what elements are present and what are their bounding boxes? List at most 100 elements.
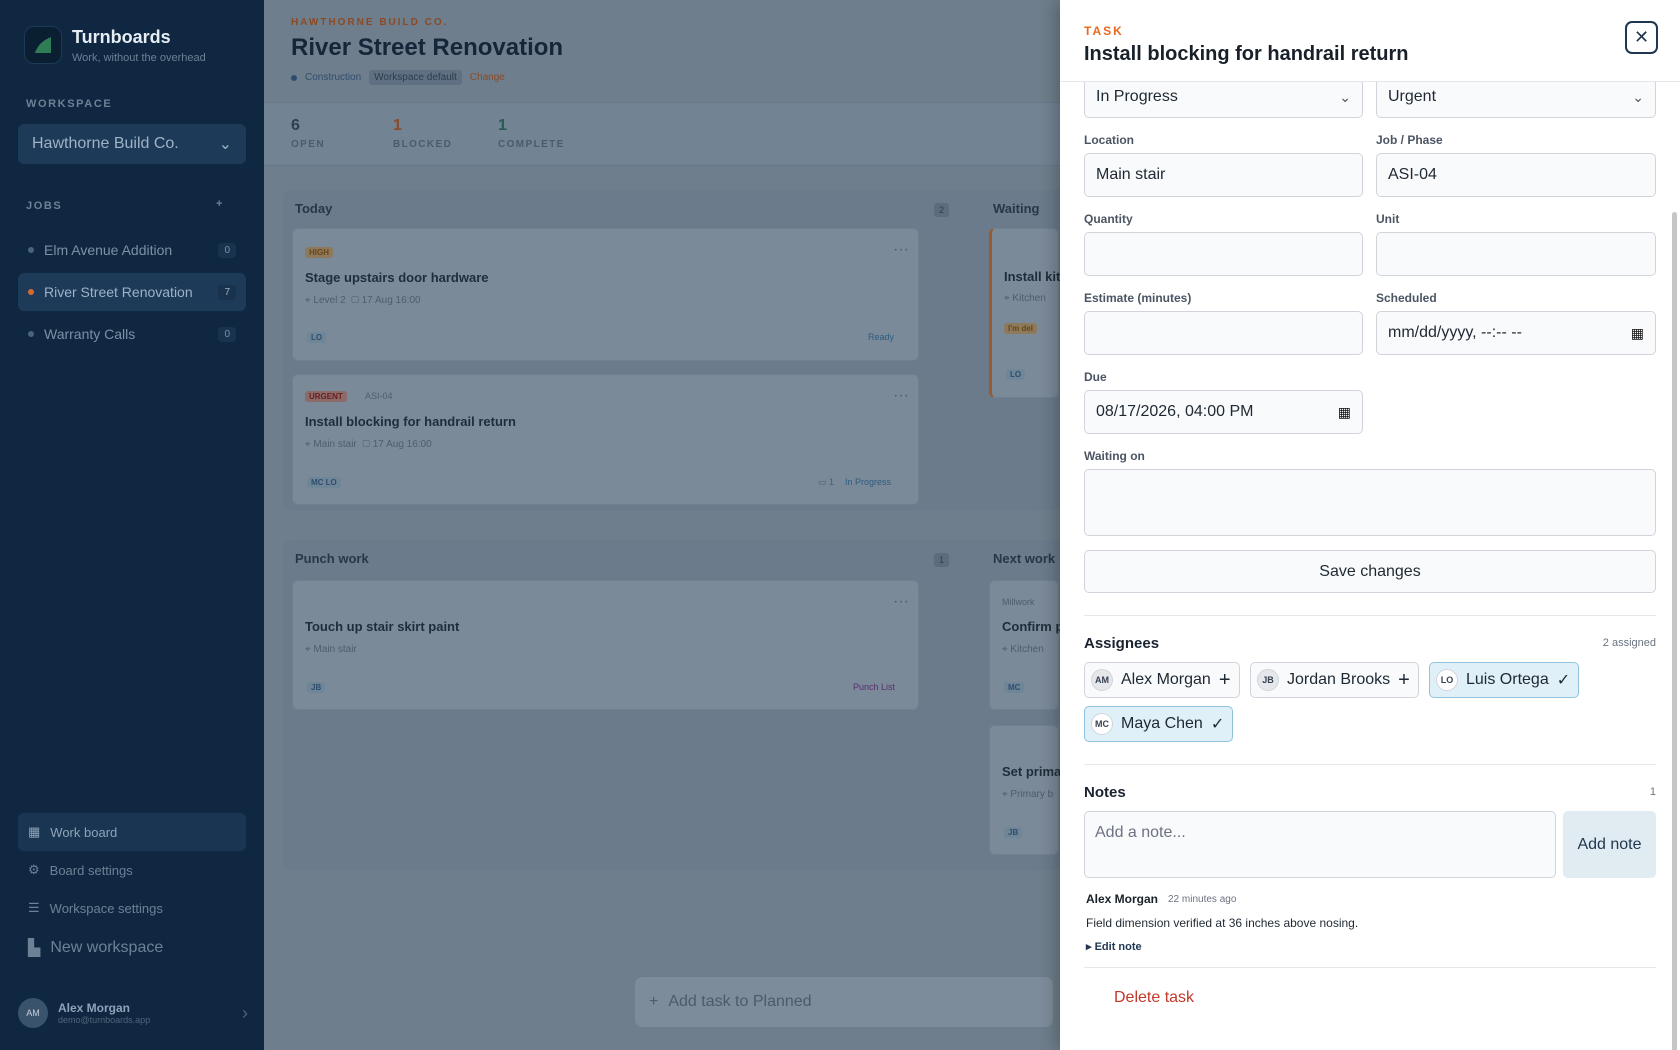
type-dot-icon: [291, 74, 297, 81]
logo-icon: [24, 26, 62, 64]
assignee-name: Alex Morgan: [1121, 671, 1211, 688]
avatar: JB: [1004, 827, 1023, 838]
phase-field[interactable]: ASI-04: [1376, 153, 1656, 197]
avatar: LO: [307, 332, 327, 343]
more-icon[interactable]: ···: [893, 387, 909, 405]
avatar: LO: [1006, 369, 1026, 380]
scheduled-label: Scheduled: [1376, 291, 1437, 305]
priority-tag: URGENT: [305, 391, 347, 402]
card-meta: ⌖ Main stair ▢ 17 Aug 16:00: [305, 439, 432, 450]
calendar-icon[interactable]: ▦: [1631, 325, 1644, 342]
avatar: AM: [18, 998, 48, 1028]
job-meta: Construction Workspace default Change: [291, 70, 505, 85]
task-card[interactable]: HIGH ··· Stage upstairs door hardware ⌖ …: [292, 228, 919, 361]
delete-task-button[interactable]: Delete task: [1114, 989, 1194, 1007]
assignee-name: Jordan Brooks: [1287, 671, 1391, 688]
priority-value: Urgent: [1388, 88, 1437, 105]
task-card[interactable]: Install kit ⌖ Kitchen I'm del LO: [989, 228, 1061, 398]
unit-field[interactable]: [1376, 232, 1656, 276]
assignee-chip-luis[interactable]: LO Luis Ortega ✓: [1429, 662, 1580, 698]
job-count: 0: [218, 242, 236, 258]
close-button[interactable]: ✕: [1625, 21, 1658, 54]
edit-note-toggle[interactable]: ▸ Edit note: [1086, 940, 1142, 953]
note-input[interactable]: Add a note...: [1084, 811, 1556, 878]
notes-count: 1: [1649, 786, 1656, 798]
due-field[interactable]: 08/17/2026, 04:00 PM ▦: [1084, 390, 1363, 434]
tag: Millwork: [1002, 597, 1035, 607]
quantity-label: Quantity: [1084, 212, 1133, 226]
task-card[interactable]: Millwork Confirm p ⌖ Kitchen MC: [989, 580, 1063, 710]
card-title: Install kit: [1004, 269, 1061, 284]
lane-count: 2: [934, 203, 950, 217]
scrollbar[interactable]: [1672, 212, 1677, 1050]
waiting-textarea[interactable]: [1084, 469, 1656, 536]
avatar: MC: [1004, 682, 1025, 693]
nav-new-workspace[interactable]: ▙ New workspace: [18, 929, 246, 967]
nav-label: Work board: [50, 824, 118, 840]
avatar: LO: [1436, 669, 1458, 691]
waiting-label: Waiting on: [1084, 449, 1145, 463]
phase-label: Job / Phase: [1376, 133, 1443, 147]
change-link[interactable]: Change: [470, 72, 505, 83]
jobs-label: JOBS +: [26, 198, 225, 212]
lane-count: 1: [934, 553, 950, 567]
save-button[interactable]: Save changes: [1084, 550, 1656, 593]
close-icon: ✕: [1633, 27, 1650, 47]
job-name: Warranty Calls: [44, 326, 136, 342]
assignee-chip-alex[interactable]: AM Alex Morgan +: [1084, 662, 1240, 698]
sidebar-job-elm[interactable]: Elm Avenue Addition 0: [18, 231, 246, 269]
user-name: Alex Morgan: [58, 1001, 131, 1015]
sliders-icon: ☰: [28, 900, 40, 915]
building-icon: ▙: [28, 940, 41, 957]
app-tagline: Work, without the overhead: [72, 51, 206, 64]
calendar-icon[interactable]: ▦: [1338, 404, 1351, 421]
nav-work-board[interactable]: ▦ Work board: [18, 813, 246, 851]
add-job-icon[interactable]: +: [216, 198, 224, 210]
assignee-chip-jordan[interactable]: JB Jordan Brooks +: [1250, 662, 1419, 698]
card-title: Confirm p: [1002, 619, 1064, 634]
workspace-value: Hawthorne Build Co.: [32, 135, 179, 152]
assignee-chip-maya[interactable]: MC Maya Chen ✓: [1084, 706, 1234, 742]
avatar: JB: [1257, 669, 1279, 691]
lane-title: Today: [295, 201, 333, 216]
job-dot-icon: [28, 289, 34, 295]
lane-title: Next work: [993, 551, 1056, 566]
phase-tag: ASI-04: [365, 391, 393, 401]
more-icon[interactable]: ···: [893, 241, 909, 259]
waiting-flag: I'm del: [1004, 323, 1038, 334]
nav-workspace-settings[interactable]: ☰ Workspace settings: [18, 889, 246, 927]
sidebar-job-warranty[interactable]: Warranty Calls 0: [18, 315, 246, 353]
status-select[interactable]: In Progress ⌄: [1084, 76, 1363, 118]
add-task-input[interactable]: + Add task to Planned: [634, 976, 1054, 1028]
card-title: Install blocking for handrail return: [305, 414, 516, 429]
add-note-button[interactable]: Add note: [1563, 811, 1656, 878]
user-menu[interactable]: AM Alex Morgan demo@turnboards.app ›: [18, 998, 248, 1028]
unit-label: Unit: [1376, 212, 1400, 226]
task-card[interactable]: ··· Touch up stair skirt paint ⌖ Main st…: [292, 580, 919, 710]
estimate-field[interactable]: [1084, 311, 1363, 355]
task-detail-panel: TASK Install blocking for handrail retur…: [1060, 0, 1680, 1050]
assigned-count: 2 assigned: [1602, 637, 1656, 649]
divider: [1084, 615, 1656, 616]
workspace-select[interactable]: Hawthorne Build Co. ⌄: [18, 124, 246, 164]
more-icon[interactable]: ···: [893, 593, 909, 611]
stat-open: 6 OPEN: [291, 117, 325, 150]
location-field[interactable]: Main stair: [1084, 153, 1363, 197]
divider: [1084, 967, 1656, 968]
priority-select[interactable]: Urgent ⌄: [1376, 76, 1656, 118]
sidebar: Turnboards Work, without the overhead WO…: [0, 0, 264, 1050]
task-card-selected[interactable]: URGENT ASI-04 ··· Install blocking for h…: [292, 374, 919, 505]
edit-note-label: Edit note: [1094, 941, 1142, 953]
quantity-field[interactable]: [1084, 232, 1363, 276]
nav-board-settings[interactable]: ⚙ Board settings: [18, 851, 246, 889]
card-title: Set prima: [1002, 764, 1062, 779]
due-label: Due: [1084, 370, 1107, 384]
sidebar-job-river[interactable]: River Street Renovation 7: [18, 273, 246, 311]
job-type: Construction: [305, 72, 362, 83]
card-title: Touch up stair skirt paint: [305, 619, 460, 634]
plus-icon: +: [1398, 668, 1410, 691]
status-badge: Punch List: [853, 682, 896, 692]
app-name: Turnboards: [72, 26, 171, 47]
task-card[interactable]: Set prima ⌖ Primary b JB: [989, 725, 1062, 855]
scheduled-field[interactable]: mm/dd/yyyy, --:-- -- ▦: [1376, 311, 1656, 355]
